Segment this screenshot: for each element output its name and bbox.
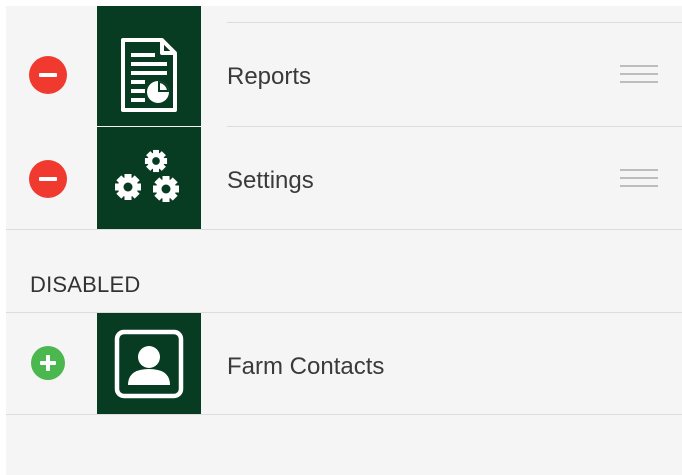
reports-label: Reports [227,63,312,90]
list-item-farm-contacts: Farm Contacts [6,313,682,414]
reports-drag-handle[interactable] [620,65,658,85]
list-item-settings: Settings [6,127,682,229]
remove-settings-button[interactable] [29,160,67,198]
contact-card-icon [114,329,184,398]
module-list-panel: Reports Settings DISABLED Farm Contacts [6,6,682,475]
disabled-section-title: DISABLED [30,272,141,297]
divider [6,414,682,415]
add-farm-contacts-button[interactable] [31,346,65,380]
remove-icon [39,177,57,181]
farm-contacts-label: Farm Contacts [227,353,385,380]
section-divider [6,229,682,230]
farm-contacts-tile [97,313,201,414]
reports-tile [97,23,201,126]
remove-reports-button[interactable] [29,56,67,94]
list-item-tile-top [97,6,201,23]
reports-icon [121,37,177,112]
settings-drag-handle[interactable] [620,169,658,189]
list-item-reports: Reports [6,23,682,126]
add-icon-vertical [46,355,50,371]
settings-label: Settings [227,167,314,194]
remove-icon [39,73,57,77]
settings-tile [97,127,201,229]
settings-gears-icon [115,149,179,202]
